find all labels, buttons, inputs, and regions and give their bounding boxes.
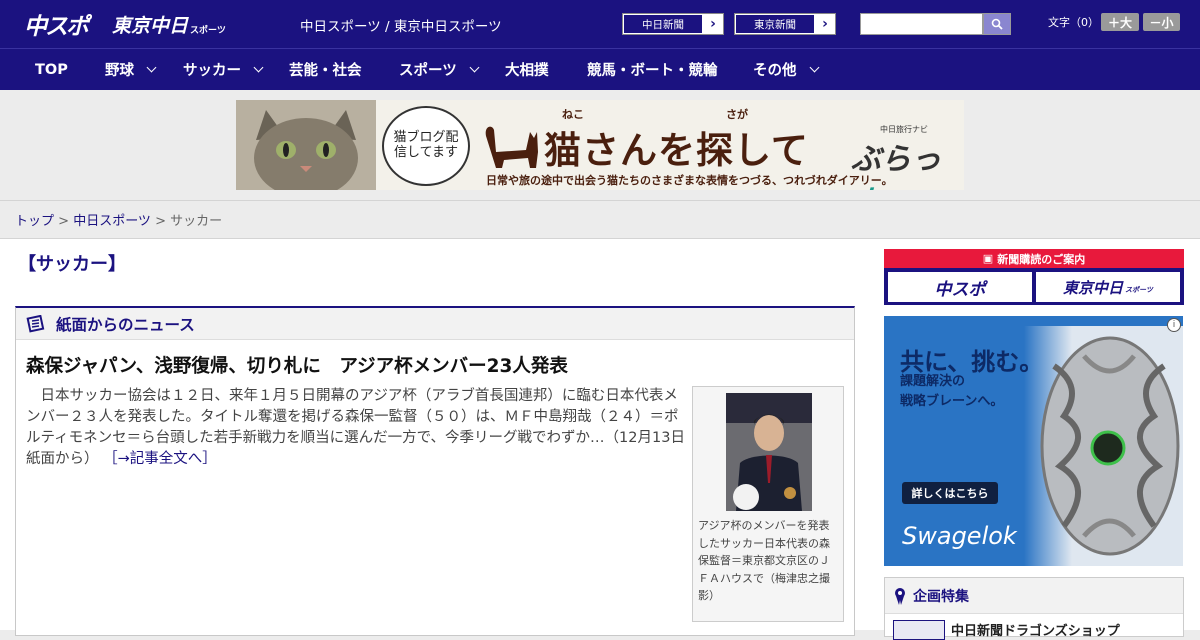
search-input[interactable] [860, 13, 983, 35]
nav-item-sumo[interactable]: 大相撲 [505, 49, 549, 90]
ad-subtext: 課題解決の 戦略ブレーンへ。 [900, 372, 1003, 411]
tokyo-subscribe-label: 東京中日 [1063, 278, 1124, 297]
font-size-label: 文字（0） [1048, 16, 1099, 29]
nav-label: 芸能・社会 [289, 63, 362, 79]
manager-photo-icon [726, 393, 812, 511]
nav-item-soccer[interactable]: サッカー [183, 49, 264, 90]
article-photo-box: アジア杯のメンバーを発表したサッカー日本代表の森保監督＝東京都文京区のＪＦＡハウ… [692, 386, 844, 622]
chevron-down-icon [469, 62, 480, 73]
banner-brand-text: ぶらっ [851, 142, 941, 177]
tokyo-subscribe-button[interactable]: 東京中日 スポーツ [1036, 272, 1180, 302]
nav-label: TOP [35, 61, 68, 78]
ad-brand-logo: Swagelok [902, 522, 1017, 550]
nav-item-top[interactable]: TOP [35, 49, 68, 90]
nav-item-racing[interactable]: 競馬・ボート・競輪 [587, 49, 718, 90]
ad-banner[interactable]: i 共に、挑む。 課題解決の 戦略ブレーンへ。 詳しくはこちら Swagelok [884, 316, 1183, 566]
nav-label: 野球 [105, 63, 134, 79]
feature-section: 企画特集 中日新聞ドラゴンズショップ [884, 577, 1184, 640]
cat-photo [236, 100, 376, 190]
chuspo-subscribe-button[interactable]: 中スポ [888, 272, 1032, 302]
nav-item-other[interactable]: その他 [753, 49, 819, 90]
breadcrumb-top-link[interactable]: トップ [15, 214, 54, 229]
main-nav: TOP 野球 サッカー 芸能・社会 スポーツ 大相撲 競馬・ボート・競輪 その他 [0, 48, 1200, 90]
banner-title: 猫さんを探して [544, 129, 809, 172]
nav-label: サッカー [183, 63, 241, 79]
font-size-increase-button[interactable]: ＋大 [1101, 13, 1139, 31]
nav-item-entertainment[interactable]: 芸能・社会 [289, 49, 362, 90]
nav-label: 競馬・ボート・競輪 [587, 63, 718, 79]
info-icon[interactable]: i [1167, 318, 1181, 332]
chuspo-logo[interactable]: 中スポ [24, 8, 89, 40]
search-button[interactable] [983, 13, 1011, 35]
ext-link-label: 東京新聞 [735, 14, 815, 34]
banner-subtitle: 日常や旅の途中で出会う猫たちのさまざまな表情をつづる、つれづれダイアリー。 [486, 174, 893, 187]
ext-link-label: 中日新聞 [623, 14, 703, 34]
feature-title: 企画特集 [913, 588, 969, 605]
read-more-link[interactable]: ［→記事全文へ］ [103, 451, 217, 467]
page-title: 【サッカー】 [18, 254, 126, 275]
promo-title: 新聞購読のご案内 [997, 252, 1086, 266]
brain-graphic-icon [1024, 326, 1183, 566]
nav-label: その他 [753, 63, 797, 79]
promo-header: ▣ 新聞購読のご案内 [884, 249, 1184, 268]
breadcrumb-current: サッカー [170, 214, 223, 229]
breadcrumb-chunichi-link[interactable]: 中日スポーツ [73, 214, 151, 229]
font-size-decrease-button[interactable]: －小 [1143, 13, 1180, 31]
news-section-header: 紙面からのニュース [16, 308, 854, 340]
newspaper-icon [26, 314, 45, 333]
newspaper-icon: ▣ [982, 252, 994, 265]
tokyo-chunichi-logo[interactable]: 東京中日 スポーツ [112, 8, 226, 40]
photo-caption: アジア杯のメンバーを発表したサッカー日本代表の森保監督＝東京都文京区のＪＦＡハウ… [698, 519, 830, 603]
breadcrumb: トップ > 中日スポーツ > サッカー [15, 210, 222, 229]
chevron-down-icon [809, 62, 819, 73]
ad-details-button[interactable]: 詳しくはこちら [902, 482, 998, 504]
article-title-link[interactable]: 森保ジャパン、浅野復帰、切り札に アジア杯メンバー23人発表 [26, 352, 568, 378]
feature-header: 企画特集 [885, 578, 1183, 614]
nav-item-baseball[interactable]: 野球 [105, 49, 157, 90]
ad-subtext-line1: 課題解決の [900, 374, 966, 389]
chevron-right-icon: › [815, 14, 835, 34]
cat-face-icon [236, 100, 376, 190]
ad-subtext-line2: 戦略ブレーンへ。 [900, 393, 1004, 409]
nav-label: スポーツ [399, 63, 457, 79]
search-icon [991, 18, 1003, 30]
news-section: 紙面からのニュース 森保ジャパン、浅野復帰、切り札に アジア杯メンバー23人発表… [15, 306, 855, 636]
speech-bubble: 猫ブログ配信してます [382, 106, 470, 186]
news-section-title: 紙面からのニュース [56, 315, 195, 334]
subscription-promo: ▣ 新聞購読のご案内 中スポ 東京中日 スポーツ [884, 249, 1184, 305]
site-title: 中日スポーツ / 東京中日スポーツ [300, 19, 502, 35]
chunichi-shimbun-link[interactable]: 中日新聞 › [622, 13, 724, 35]
nav-label: 大相撲 [505, 63, 549, 79]
tokyo-subscribe-small: スポーツ [1125, 286, 1153, 294]
ribbon-icon [895, 587, 905, 605]
chevron-down-icon [146, 62, 157, 73]
breadcrumb-sep: > [54, 214, 74, 229]
article-photo[interactable] [726, 393, 812, 511]
banner-brand: ぶらっ人 [851, 134, 964, 190]
chevron-down-icon [253, 62, 264, 73]
top-header: 中スポ 東京中日 スポーツ 中日スポーツ / 東京中日スポーツ 中日新聞 › 東… [0, 0, 1200, 48]
nav-item-sports[interactable]: スポーツ [399, 49, 480, 90]
feature-thumbnail[interactable] [893, 620, 945, 640]
chevron-right-icon: › [703, 14, 723, 34]
cat-blog-banner[interactable]: 猫ブログ配信してます ねこ さが 猫さんを探して 日常や旅の途中で出会う猫たちの… [236, 100, 964, 190]
breadcrumb-sep: > [150, 214, 171, 229]
banner-area: 猫ブログ配信してます ねこ さが 猫さんを探して 日常や旅の途中で出会う猫たちの… [0, 90, 1200, 201]
tokyo-shimbun-link[interactable]: 東京新聞 › [734, 13, 836, 35]
tokyo-logo-text: 東京中日 [112, 14, 189, 37]
cat-silhouette-icon [485, 126, 538, 168]
tokyo-logo-small: スポーツ [190, 25, 226, 36]
chuspo-logo-text: 中スポ [24, 14, 89, 40]
banner-brand-accent: 人 [851, 186, 881, 190]
article-body: 日本サッカー協会は１２日、来年１月５日開幕のアジア杯（アラブ首長国連邦）に臨む日… [26, 386, 686, 470]
